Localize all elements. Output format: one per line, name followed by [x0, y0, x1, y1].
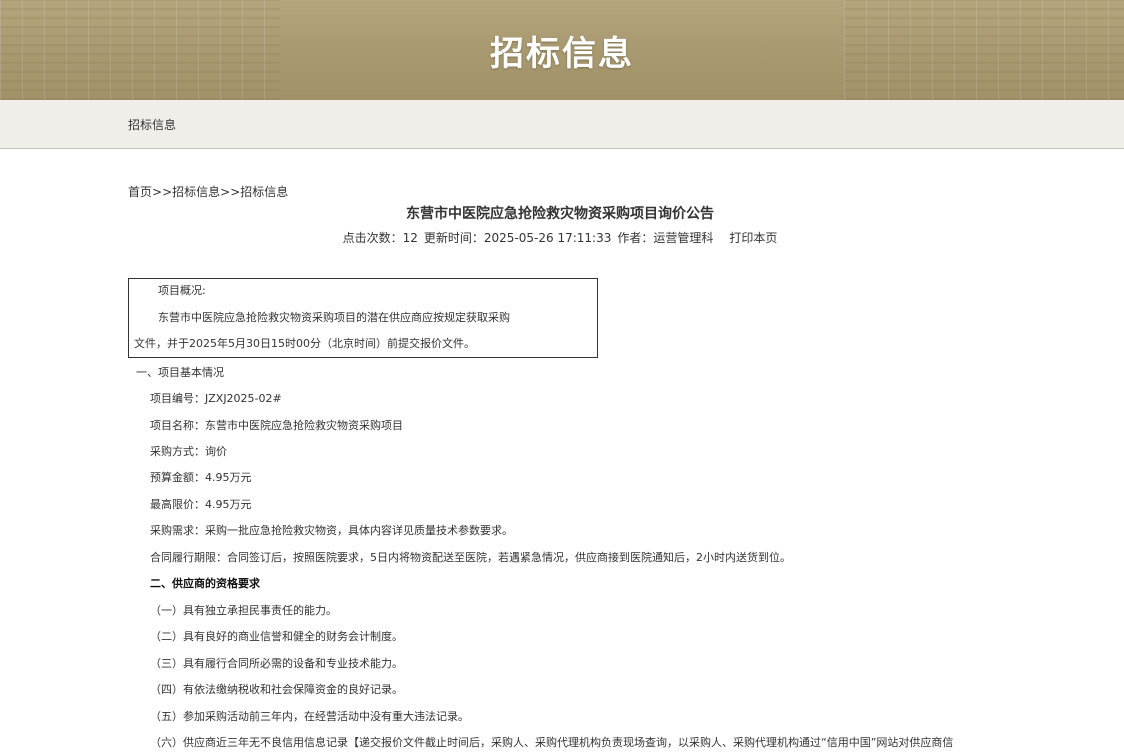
section-heading: 一、项目基本情况 [136, 366, 224, 379]
breadcrumb-level2-link[interactable]: 招标信息 [240, 185, 288, 199]
subnav-bar: 招标信息 [0, 100, 1124, 149]
overview-heading: 项目概况: [158, 284, 206, 297]
author-label: 作者： [617, 231, 654, 245]
breadcrumb-level1-link[interactable]: 招标信息 [172, 185, 220, 199]
info-item: 合同履行期限：合同签订后，按照医院要求，5日内将物资配送至医院，若遇紧急情况，供… [150, 551, 791, 564]
updated-label: 更新时间： [423, 231, 484, 245]
requirement-item: （一）具有独立承担民事责任的能力。 [150, 604, 337, 617]
author-value: 运营管理科 [653, 231, 714, 245]
project-overview-box: 项目概况: 东营市中医院应急抢险救灾物资采购项目的潜在供应商应按规定获取采购 文… [128, 278, 598, 358]
info-item: 项目名称：东营市中医院应急抢险救灾物资采购项目 [150, 419, 403, 432]
print-page-link[interactable]: 打印本页 [729, 231, 777, 245]
article-title: 东营市中医院应急抢险救灾物资采购项目询价公告 [406, 206, 714, 222]
breadcrumb-separator: >> [152, 185, 173, 199]
breadcrumb: 首页>>招标信息>>招标信息 [128, 183, 288, 200]
clicks-value: 12 [402, 231, 418, 245]
clicks-label: 点击次数： [342, 231, 403, 245]
subnav-item-tender-info[interactable]: 招标信息 [128, 116, 176, 133]
overview-text: 文件，并于2025年5月30日15时00分（北京时间）前提交报价文件。 [134, 337, 475, 350]
breadcrumb-separator: >> [220, 185, 241, 199]
requirement-item: （二）具有良好的商业信誉和健全的财务会计制度。 [150, 630, 403, 643]
breadcrumb-home-link[interactable]: 首页 [128, 185, 152, 199]
updated-value: 2025-05-26 17:11:33 [483, 231, 612, 245]
info-item: 预算金额：4.95万元 [150, 471, 252, 484]
info-item: 采购需求：采购一批应急抢险救灾物资，具体内容详见质量技术参数要求。 [150, 524, 513, 537]
info-item: 项目编号：JZXJ2025-02# [150, 392, 282, 405]
article-meta: 点击次数：12 更新时间：2025-05-26 17:11:33 作者：运营管理科 打… [128, 229, 992, 246]
requirement-item: （三）具有履行合同所必需的设备和专业技术能力。 [150, 657, 403, 670]
banner-title: 招标信息 [490, 34, 634, 74]
page-banner: 招标信息 [0, 0, 1124, 100]
requirement-item: （六）供应商近三年无不良信用信息记录【递交报价文件截止时间后，采购人、采购代理机… [150, 736, 954, 749]
requirement-item: （四）有依法缴纳税收和社会保障资金的良好记录。 [150, 683, 403, 696]
info-item: 采购方式：询价 [150, 445, 227, 458]
info-item: 最高限价：4.95万元 [150, 498, 252, 511]
requirement-item: （五）参加采购活动前三年内，在经营活动中没有重大违法记录。 [150, 710, 469, 723]
section-heading: 二、供应商的资格要求 [150, 577, 260, 590]
overview-text: 东营市中医院应急抢险救灾物资采购项目的潜在供应商应按规定获取采购 [158, 311, 510, 324]
